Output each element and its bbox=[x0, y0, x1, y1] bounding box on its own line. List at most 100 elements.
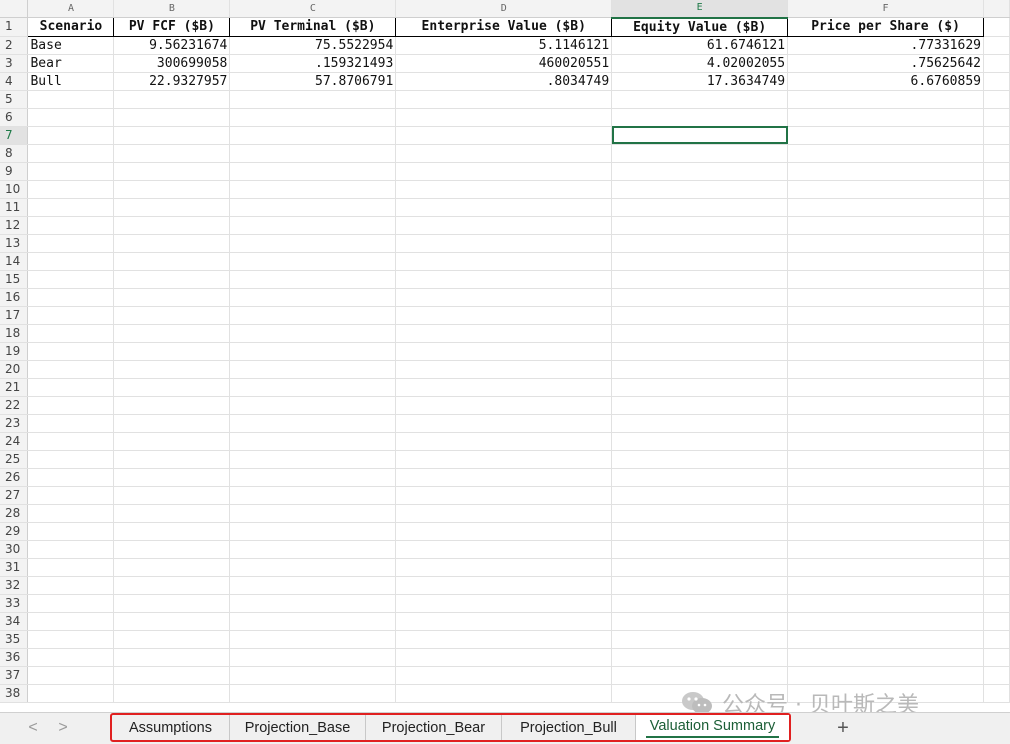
empty-cell[interactable] bbox=[611, 90, 789, 109]
empty-cell[interactable] bbox=[611, 288, 789, 307]
empty-cell[interactable] bbox=[787, 252, 984, 271]
empty-cell[interactable] bbox=[395, 144, 613, 163]
empty-cell[interactable] bbox=[787, 450, 984, 469]
empty-cell[interactable] bbox=[113, 450, 231, 469]
empty-cell[interactable] bbox=[229, 504, 397, 523]
tab-projection-bull[interactable]: Projection_Bull bbox=[502, 715, 636, 740]
value-cell[interactable]: 9.56231674 bbox=[113, 36, 231, 55]
empty-cell[interactable] bbox=[395, 162, 613, 181]
empty-cell[interactable] bbox=[27, 324, 115, 343]
empty-cell[interactable] bbox=[983, 144, 1010, 163]
empty-cell[interactable] bbox=[787, 414, 984, 433]
empty-cell[interactable] bbox=[787, 360, 984, 379]
empty-cell[interactable] bbox=[27, 360, 115, 379]
value-cell[interactable]: .8034749 bbox=[395, 72, 613, 91]
select-all-corner[interactable] bbox=[0, 0, 29, 18]
empty-cell[interactable] bbox=[27, 558, 115, 577]
selected-cell[interactable] bbox=[611, 126, 789, 145]
value-cell[interactable]: 57.8706791 bbox=[229, 72, 397, 91]
empty-cell[interactable] bbox=[611, 180, 789, 199]
value-cell[interactable]: 460020551 bbox=[395, 54, 613, 73]
empty-cell[interactable] bbox=[229, 468, 397, 487]
empty-cell[interactable] bbox=[113, 540, 231, 559]
empty-cell[interactable] bbox=[229, 360, 397, 379]
empty-cell[interactable] bbox=[395, 504, 613, 523]
empty-cell[interactable] bbox=[113, 594, 231, 613]
empty-cell[interactable] bbox=[113, 396, 231, 415]
row-header[interactable]: 35 bbox=[0, 630, 29, 649]
empty-cell[interactable] bbox=[611, 666, 789, 685]
empty-cell[interactable] bbox=[229, 198, 397, 217]
empty-cell[interactable] bbox=[983, 306, 1010, 325]
empty-cell[interactable] bbox=[983, 162, 1010, 181]
header-cell[interactable]: PV FCF ($B) bbox=[113, 17, 231, 37]
empty-cell[interactable] bbox=[113, 180, 231, 199]
cell-table[interactable]: ABCDEF 1 Scenario PV FCF ($B) PV Terminal (… bbox=[0, 0, 1010, 703]
column-header-b[interactable]: B bbox=[113, 0, 231, 18]
empty-cell[interactable] bbox=[113, 558, 231, 577]
empty-cell[interactable] bbox=[229, 684, 397, 703]
empty-cell[interactable] bbox=[983, 17, 1010, 37]
column-header-d[interactable]: D bbox=[395, 0, 613, 18]
empty-cell[interactable] bbox=[113, 270, 231, 289]
empty-cell[interactable] bbox=[27, 198, 115, 217]
empty-cell[interactable] bbox=[395, 558, 613, 577]
value-cell[interactable]: 75.5522954 bbox=[229, 36, 397, 55]
empty-cell[interactable] bbox=[27, 288, 115, 307]
empty-cell[interactable] bbox=[787, 576, 984, 595]
tab-valuation-summary[interactable]: Valuation Summary bbox=[636, 715, 789, 740]
row-header[interactable]: 9 bbox=[0, 162, 29, 181]
empty-cell[interactable] bbox=[611, 396, 789, 415]
empty-cell[interactable] bbox=[113, 630, 231, 649]
empty-cell[interactable] bbox=[611, 216, 789, 235]
empty-cell[interactable] bbox=[611, 630, 789, 649]
empty-cell[interactable] bbox=[229, 522, 397, 541]
empty-cell[interactable] bbox=[787, 234, 984, 253]
value-cell[interactable]: 6.6760859 bbox=[787, 72, 984, 91]
row-header[interactable]: 18 bbox=[0, 324, 29, 343]
empty-cell[interactable] bbox=[787, 468, 984, 487]
empty-cell[interactable] bbox=[395, 540, 613, 559]
empty-cell[interactable] bbox=[229, 576, 397, 595]
empty-cell[interactable] bbox=[395, 432, 613, 451]
empty-cell[interactable] bbox=[787, 396, 984, 415]
empty-cell[interactable] bbox=[395, 684, 613, 703]
empty-cell[interactable] bbox=[229, 540, 397, 559]
empty-cell[interactable] bbox=[395, 576, 613, 595]
empty-cell[interactable] bbox=[787, 432, 984, 451]
empty-cell[interactable] bbox=[27, 540, 115, 559]
empty-cell[interactable] bbox=[27, 666, 115, 685]
empty-cell[interactable] bbox=[787, 108, 984, 127]
empty-cell[interactable] bbox=[983, 684, 1010, 703]
empty-cell[interactable] bbox=[787, 126, 984, 145]
row-header[interactable]: 31 bbox=[0, 558, 29, 577]
row-header[interactable]: 2 bbox=[0, 36, 29, 55]
empty-cell[interactable] bbox=[395, 630, 613, 649]
empty-cell[interactable] bbox=[787, 90, 984, 109]
empty-cell[interactable] bbox=[113, 504, 231, 523]
empty-cell[interactable] bbox=[983, 198, 1010, 217]
empty-cell[interactable] bbox=[787, 504, 984, 523]
row-header[interactable]: 4 bbox=[0, 72, 29, 91]
empty-cell[interactable] bbox=[27, 576, 115, 595]
empty-cell[interactable] bbox=[229, 450, 397, 469]
row-header[interactable]: 20 bbox=[0, 360, 29, 379]
empty-cell[interactable] bbox=[229, 270, 397, 289]
empty-cell[interactable] bbox=[229, 594, 397, 613]
empty-cell[interactable] bbox=[787, 378, 984, 397]
empty-cell[interactable] bbox=[27, 432, 115, 451]
empty-cell[interactable] bbox=[27, 594, 115, 613]
empty-cell[interactable] bbox=[983, 234, 1010, 253]
row-header[interactable]: 22 bbox=[0, 396, 29, 415]
row-header[interactable]: 38 bbox=[0, 684, 29, 703]
empty-cell[interactable] bbox=[395, 486, 613, 505]
empty-cell[interactable] bbox=[983, 126, 1010, 145]
empty-cell[interactable] bbox=[27, 108, 115, 127]
empty-cell[interactable] bbox=[113, 468, 231, 487]
empty-cell[interactable] bbox=[983, 396, 1010, 415]
empty-cell[interactable] bbox=[113, 522, 231, 541]
empty-cell[interactable] bbox=[983, 324, 1010, 343]
row-header[interactable]: 34 bbox=[0, 612, 29, 631]
empty-cell[interactable] bbox=[229, 108, 397, 127]
empty-cell[interactable] bbox=[983, 180, 1010, 199]
